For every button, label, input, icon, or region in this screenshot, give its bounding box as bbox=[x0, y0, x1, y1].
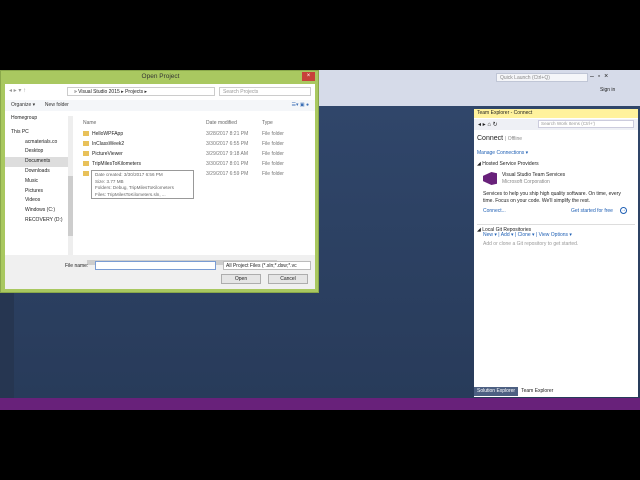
nav-this-pc[interactable]: This PC bbox=[5, 128, 71, 138]
file-type-select[interactable]: All Project Files (*.sln;*.dsw;*.vc bbox=[223, 261, 311, 270]
file-name: HelloWPFApp bbox=[92, 131, 124, 137]
file-type: File folder bbox=[262, 141, 284, 147]
close-button[interactable]: × bbox=[302, 72, 315, 81]
team-explorer-title: Team Explorer - Connect bbox=[474, 109, 638, 118]
breadcrumb-projects[interactable]: Projects bbox=[125, 89, 143, 95]
connect-heading: Connect bbox=[477, 135, 504, 142]
quick-launch-input[interactable]: Quick Launch (Ctrl+Q) bbox=[496, 73, 588, 82]
tooltip-line: Files: TripMilesToKilometers.sln, ... bbox=[95, 191, 166, 197]
hosted-section-header[interactable]: ◢ Hosted Service Providers bbox=[477, 161, 539, 167]
cancel-button[interactable]: Cancel bbox=[268, 274, 308, 284]
folder-icon bbox=[83, 171, 89, 177]
file-row[interactable]: PictureViewer 3/29/2017 9:18 AM File folde… bbox=[83, 149, 313, 159]
git-clone-link[interactable]: Clone ▾ bbox=[518, 232, 535, 238]
manage-connections-link[interactable]: Manage Connections ▾ bbox=[477, 150, 528, 156]
file-type: File folder bbox=[262, 131, 284, 137]
sign-in-link[interactable]: Sign in bbox=[600, 87, 615, 93]
search-work-items-input[interactable]: Search Work Items (Ctrl+') bbox=[538, 120, 634, 128]
git-hint: Add or clone a Git repository to get sta… bbox=[483, 241, 579, 247]
nav-recovery-d[interactable]: RECOVERY (D:) bbox=[5, 216, 71, 226]
dialog-body: ◂ ▸ ▾ ↑ » Visual Studio 2015 ▸ Projects … bbox=[5, 84, 315, 289]
navigation-pane: Homegroup This PC acmaterials.co Desktop… bbox=[5, 114, 71, 254]
file-date: 3/29/2017 9:18 AM bbox=[206, 151, 248, 157]
file-date: 3/30/2017 8:01 PM bbox=[206, 161, 249, 167]
nav-acmaterials[interactable]: acmaterials.co bbox=[5, 138, 71, 148]
nav-videos[interactable]: Videos bbox=[5, 196, 71, 206]
tab-team-explorer[interactable]: Team Explorer bbox=[518, 387, 557, 396]
dialog-toolbar: Organize ▾ New folder ☰▾ ▣ ● bbox=[5, 100, 315, 111]
file-type: File folder bbox=[262, 171, 284, 177]
nav-music[interactable]: Music bbox=[5, 177, 71, 187]
file-name: PictureViewer bbox=[92, 151, 123, 157]
status-bar bbox=[0, 398, 640, 410]
back-forward-icons[interactable]: ◂ ▸ ▾ ↑ bbox=[9, 87, 26, 94]
folder-icon bbox=[83, 161, 89, 167]
new-folder-button[interactable]: New folder bbox=[45, 102, 69, 108]
git-add-link[interactable]: Add ▾ bbox=[501, 232, 514, 238]
folder-tooltip: Date created: 3/30/2017 6:56 PM Size: 3.… bbox=[91, 170, 194, 199]
nav-scrollbar[interactable] bbox=[68, 116, 73, 256]
vsts-description: Services to help you ship high quality s… bbox=[483, 191, 621, 204]
file-name-input[interactable] bbox=[95, 261, 216, 270]
nav-homegroup[interactable]: Homegroup bbox=[5, 114, 71, 124]
col-name[interactable]: Name bbox=[83, 120, 96, 126]
breadcrumb-vs2015[interactable]: Visual Studio 2015 bbox=[78, 89, 120, 95]
search-input[interactable]: Search Projects bbox=[219, 87, 311, 96]
file-date: 3/28/2017 8:21 PM bbox=[206, 131, 249, 137]
col-date[interactable]: Date modified bbox=[206, 120, 237, 126]
nav-icons[interactable]: ◂ ▸ ⌂ ↻ bbox=[478, 121, 498, 128]
git-actions: New ▾ | Add ▾ | Clone ▾ | View Options ▾ bbox=[483, 232, 572, 238]
offline-status: | Offline bbox=[505, 136, 523, 142]
file-row[interactable]: InClassWeek2 3/30/2017 6:55 PM File folder bbox=[83, 139, 313, 149]
file-type: File folder bbox=[262, 161, 284, 167]
file-row[interactable]: TripMilesToKilometers 3/30/2017 8:01 PM Fi… bbox=[83, 159, 313, 169]
folder-icon bbox=[83, 151, 89, 157]
file-date: 3/29/2017 6:59 PM bbox=[206, 171, 249, 177]
nav-desktop[interactable]: Desktop bbox=[5, 147, 71, 157]
file-name: TripMilesToKilometers bbox=[92, 161, 141, 167]
dialog-title: Open Project bbox=[141, 73, 180, 80]
folder-icon bbox=[83, 141, 89, 147]
connect-link[interactable]: Connect... bbox=[483, 208, 506, 214]
nav-pictures[interactable]: Pictures bbox=[5, 187, 71, 197]
vsts-logo-icon bbox=[483, 172, 497, 185]
open-project-dialog: Open Project × ◂ ▸ ▾ ↑ » Visual Studio 2… bbox=[0, 70, 319, 293]
open-button[interactable]: Open bbox=[221, 274, 261, 284]
vsts-corp: Microsoft Corporation bbox=[502, 179, 550, 185]
organize-button[interactable]: Organize ▾ bbox=[11, 102, 35, 108]
file-date: 3/30/2017 6:55 PM bbox=[206, 141, 249, 147]
vsts-name: Visual Studio Team Services bbox=[502, 172, 566, 178]
address-bar[interactable]: » Visual Studio 2015 ▸ Projects ▸ bbox=[67, 87, 215, 96]
col-type[interactable]: Type bbox=[262, 120, 273, 126]
window-controls[interactable]: – ▫ × bbox=[590, 73, 608, 80]
git-new-link[interactable]: New ▾ bbox=[483, 232, 497, 238]
arrow-circle-icon[interactable]: → bbox=[620, 207, 627, 214]
view-icons[interactable]: ☰▾ ▣ ● bbox=[291, 102, 309, 108]
folder-icon bbox=[83, 131, 89, 137]
git-view-options-link[interactable]: View Options ▾ bbox=[539, 232, 572, 238]
team-explorer-toolbar: ◂ ▸ ⌂ ↻ Search Work Items (Ctrl+') bbox=[474, 119, 638, 130]
file-type: File folder bbox=[262, 151, 284, 157]
nav-downloads[interactable]: Downloads bbox=[5, 167, 71, 177]
file-name: InClassWeek2 bbox=[92, 141, 125, 147]
tab-solution-explorer[interactable]: Solution Explorer bbox=[474, 387, 519, 396]
nav-windows-c[interactable]: Windows (C:) bbox=[5, 206, 71, 216]
get-started-link[interactable]: Get started for free bbox=[571, 208, 613, 214]
nav-documents[interactable]: Documents bbox=[5, 157, 71, 167]
panel-tabs: Solution Explorer Team Explorer bbox=[474, 387, 557, 396]
team-explorer-panel: Team Explorer - Connect ◂ ▸ ⌂ ↻ Search W… bbox=[474, 109, 638, 397]
file-row[interactable]: HelloWPFApp 3/28/2017 8:21 PM File folder bbox=[83, 129, 313, 139]
file-name-label: File name: bbox=[65, 263, 89, 269]
